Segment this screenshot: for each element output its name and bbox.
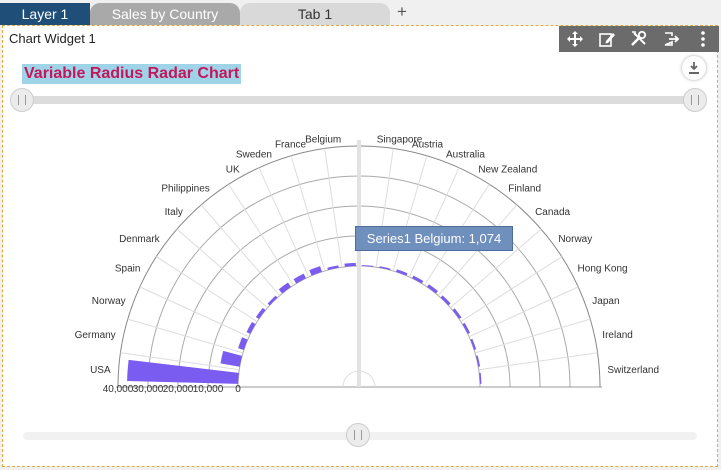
bar-canada[interactable] — [440, 295, 451, 306]
category-label: UK — [226, 164, 240, 175]
bar-finland[interactable] — [427, 284, 438, 294]
category-label: Norway — [558, 234, 592, 245]
grid-radial — [155, 256, 258, 323]
chart-tooltip: Series1 Belgium: 1,074 — [355, 226, 513, 251]
grid-radial — [474, 318, 591, 354]
y-tick-label: 10,000 — [193, 384, 224, 395]
category-label: Germany — [75, 330, 116, 341]
category-label: Ireland — [602, 330, 633, 341]
category-label: Austria — [412, 140, 444, 151]
category-label: Belgium — [305, 135, 341, 146]
category-label: Norway — [92, 296, 126, 307]
y-tick-label: 0 — [235, 384, 241, 395]
category-label: New Zealand — [478, 164, 537, 175]
category-label: Italy — [165, 207, 183, 218]
grid-radial — [200, 204, 281, 296]
category-label: Sweden — [236, 150, 272, 161]
category-label: Australia — [446, 150, 485, 161]
y-tick-label: 30,000 — [133, 384, 164, 395]
category-label: USA — [90, 365, 111, 376]
grid-radial — [460, 256, 563, 323]
bar-denmark[interactable] — [255, 307, 266, 319]
category-label: Japan — [592, 296, 619, 307]
category-label: Spain — [115, 264, 141, 275]
category-label: Switzerland — [607, 365, 659, 376]
y-tick-label: 40,000 — [103, 384, 134, 395]
category-label: Hong Kong — [578, 264, 628, 275]
category-label: Finland — [508, 184, 541, 195]
bar-uk[interactable] — [293, 273, 306, 284]
grid-radial — [176, 228, 268, 309]
category-label: Philippines — [161, 184, 209, 195]
y-tick-label: 20,000 — [163, 384, 194, 395]
crosshair-line — [357, 140, 361, 387]
grid-radial — [478, 352, 598, 371]
bar-hong-kong[interactable] — [462, 322, 471, 334]
bar-spain[interactable] — [246, 322, 256, 334]
grid-radial — [127, 318, 244, 354]
bar-ireland[interactable] — [475, 355, 481, 367]
bar-germany[interactable] — [220, 350, 243, 367]
bar-italy[interactable] — [267, 295, 278, 306]
grid-radial — [290, 155, 326, 272]
grid-radial — [324, 148, 343, 268]
category-label: Canada — [535, 207, 570, 218]
category-label: France — [275, 140, 307, 151]
category-label: Denmark — [119, 234, 161, 245]
grid-radial — [228, 183, 295, 286]
grid-radial — [392, 155, 428, 272]
bar-norway[interactable] — [452, 308, 462, 319]
bar-france[interactable] — [327, 265, 339, 271]
